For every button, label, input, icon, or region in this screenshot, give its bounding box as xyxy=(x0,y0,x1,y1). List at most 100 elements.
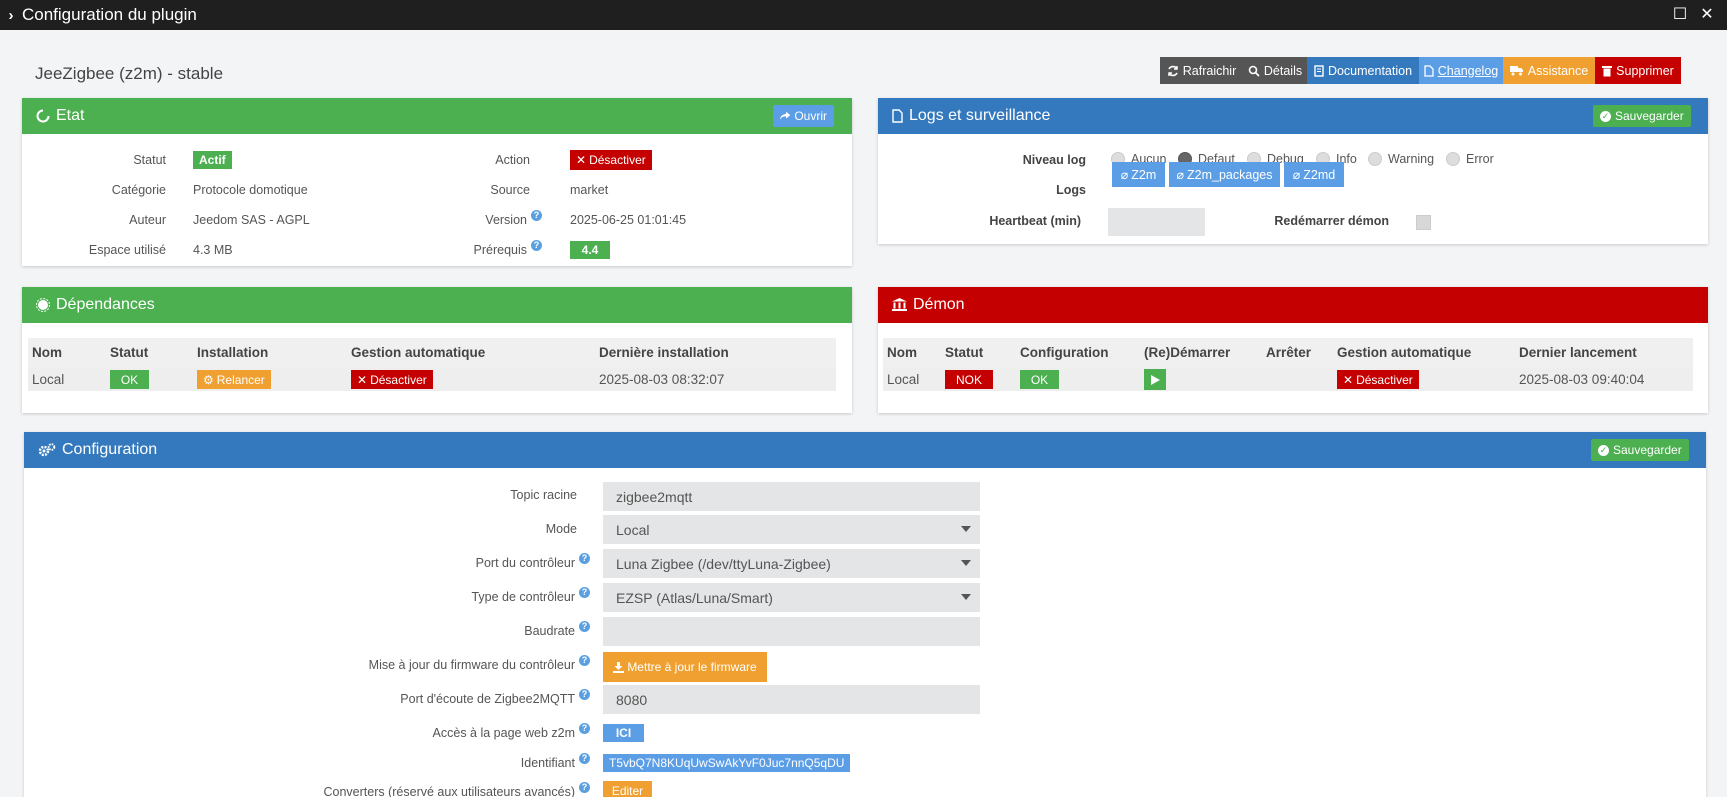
spinner-icon xyxy=(36,109,50,123)
topic-input[interactable]: zigbee2mqtt xyxy=(603,482,980,511)
topic-value: zigbee2mqtt xyxy=(616,488,693,505)
type-select[interactable]: EZSP (Atlas/Luna/Smart) xyxy=(603,583,980,612)
dep-col-gestion: Gestion automatique xyxy=(351,345,486,360)
heartbeat-input[interactable] xyxy=(1108,208,1205,236)
baudrate-input[interactable] xyxy=(603,617,980,646)
auteur-value: Jeedom SAS - AGPL xyxy=(193,213,310,227)
listen-port-input[interactable]: 8080 xyxy=(603,685,980,714)
log-z2m-packages-button[interactable]: ⌀ Z2m_packages xyxy=(1169,162,1280,187)
baudrate-label-text: Baudrate xyxy=(524,624,575,638)
firmware-update-label: Mettre à jour le firmware xyxy=(627,660,757,674)
truck-icon xyxy=(1509,66,1523,76)
statut-label: Statut xyxy=(133,153,166,167)
window-titlebar: › Configuration du plugin ☐ ✕ xyxy=(0,0,1727,30)
auteur-label: Auteur xyxy=(129,213,166,227)
demon-row-dernier: 2025-08-03 09:40:04 xyxy=(1519,372,1645,387)
help-icon[interactable]: ? xyxy=(579,689,590,700)
restart-daemon-checkbox[interactable] xyxy=(1416,215,1431,230)
radio-label: Warning xyxy=(1388,152,1435,166)
logs-save-label: Sauvegarder xyxy=(1615,109,1684,123)
demon-start-button[interactable] xyxy=(1144,369,1166,390)
statut-badge: Actif xyxy=(193,151,232,169)
type-label-text: Type de contrôleur xyxy=(471,590,575,604)
changelog-button[interactable]: Changelog xyxy=(1419,57,1503,84)
paperclip-icon: ⌀ xyxy=(1120,168,1129,182)
categorie-value: Protocole domotique xyxy=(193,183,308,197)
maximize-icon[interactable]: ☐ xyxy=(1670,5,1690,25)
converters-label: Converters (réservé aux utilisateurs ava… xyxy=(324,782,590,797)
help-icon[interactable]: ? xyxy=(531,240,542,251)
demon-col-gestion: Gestion automatique xyxy=(1337,345,1472,360)
demon-col-dernier: Dernier lancement xyxy=(1519,345,1637,360)
mode-label: Mode xyxy=(545,522,577,536)
check-circle-icon: ✓ xyxy=(1600,110,1611,122)
port-select[interactable]: Luna Zigbee (/dev/ttyLuna-Zigbee) xyxy=(603,549,980,578)
log-z2m-button[interactable]: ⌀ Z2m xyxy=(1112,162,1165,187)
certificate-icon xyxy=(36,298,50,312)
port-label-text: Port du contrôleur xyxy=(475,556,575,570)
dep-auto-deactivate-button[interactable]: ✕ Désactiver xyxy=(351,370,433,389)
converters-edit-button[interactable]: Editer xyxy=(603,781,652,797)
mode-select[interactable]: Local xyxy=(603,515,980,544)
times-icon: ✕ xyxy=(576,153,587,167)
baudrate-label: Baudrate? xyxy=(524,621,590,638)
assistance-button[interactable]: Assistance xyxy=(1503,57,1595,84)
trash-icon xyxy=(1602,65,1613,76)
delete-button[interactable]: Supprimer xyxy=(1595,57,1681,84)
check-circle-icon: ✓ xyxy=(1598,444,1609,456)
refresh-label: Rafraichir xyxy=(1182,63,1237,78)
restart-daemon-label: Redémarrer démon xyxy=(1274,214,1389,228)
type-value: EZSP (Atlas/Luna/Smart) xyxy=(616,589,773,606)
espace-label: Espace utilisé xyxy=(88,243,166,257)
help-icon[interactable]: ? xyxy=(579,587,590,598)
log-z2md-button[interactable]: ⌀ Z2md xyxy=(1284,162,1344,187)
action-label: Action xyxy=(495,153,530,167)
help-icon[interactable]: ? xyxy=(531,210,542,221)
details-button[interactable]: Détails xyxy=(1243,57,1307,84)
documentation-label: Documentation xyxy=(1327,63,1413,78)
action-deactivate-button[interactable]: ✕ Désactiver xyxy=(570,150,652,170)
config-save-label: Sauvegarder xyxy=(1613,443,1682,457)
radio-warning[interactable]: Warning xyxy=(1368,152,1434,166)
demon-col-configuration: Configuration xyxy=(1020,345,1109,360)
log-button-label: Z2md xyxy=(1303,167,1336,182)
source-label: Source xyxy=(490,183,530,197)
dep-relaunch-button[interactable]: ⚙ Relancer xyxy=(197,370,271,389)
prerequis-badge: 4.4 xyxy=(570,241,610,259)
details-label: Détails xyxy=(1263,63,1303,78)
download-icon xyxy=(613,661,625,673)
help-icon[interactable]: ? xyxy=(579,782,590,793)
chevron-right-icon[interactable]: › xyxy=(0,7,22,24)
demon-col-nom: Nom xyxy=(887,345,917,360)
demon-auto-deactivate-button[interactable]: ✕ Désactiver xyxy=(1337,370,1419,389)
radio-dot xyxy=(1446,152,1460,166)
web-access-button[interactable]: ICI xyxy=(603,724,644,742)
dep-col-statut: Statut xyxy=(110,345,149,360)
help-icon[interactable]: ? xyxy=(579,753,590,764)
open-button[interactable]: Ouvrir xyxy=(773,105,834,127)
radio-error[interactable]: Error xyxy=(1446,152,1494,166)
etat-header: Etat Ouvrir xyxy=(22,98,852,134)
type-label: Type de contrôleur? xyxy=(471,587,590,604)
assistance-label: Assistance xyxy=(1527,63,1589,78)
config-save-button[interactable]: ✓ Sauvegarder xyxy=(1591,439,1689,461)
dep-auto-deactivate-label: Désactiver xyxy=(370,372,427,387)
documentation-button[interactable]: Documentation xyxy=(1307,57,1419,84)
firmware-update-button[interactable]: Mettre à jour le firmware xyxy=(603,652,767,682)
search-icon xyxy=(1248,65,1260,77)
logs-header: Logs et surveillance ✓ Sauvegarder xyxy=(878,98,1708,134)
configuration-header: Configuration ✓ Sauvegarder xyxy=(24,432,1706,468)
help-icon[interactable]: ? xyxy=(579,655,590,666)
version-value: 2025-06-25 01:01:45 xyxy=(570,213,687,227)
help-icon[interactable]: ? xyxy=(579,723,590,734)
refresh-button[interactable]: Rafraichir xyxy=(1160,57,1243,84)
version-label: Version? xyxy=(420,210,542,227)
logs-save-button[interactable]: ✓ Sauvegarder xyxy=(1593,105,1691,127)
dep-row-derniere: 2025-08-03 08:32:07 xyxy=(599,372,725,387)
dep-status-badge: OK xyxy=(110,370,149,389)
help-icon[interactable]: ? xyxy=(579,553,590,564)
close-icon[interactable]: ✕ xyxy=(1697,5,1717,25)
radio-dot xyxy=(1368,152,1382,166)
gears-icon xyxy=(38,443,56,457)
help-icon[interactable]: ? xyxy=(579,621,590,632)
